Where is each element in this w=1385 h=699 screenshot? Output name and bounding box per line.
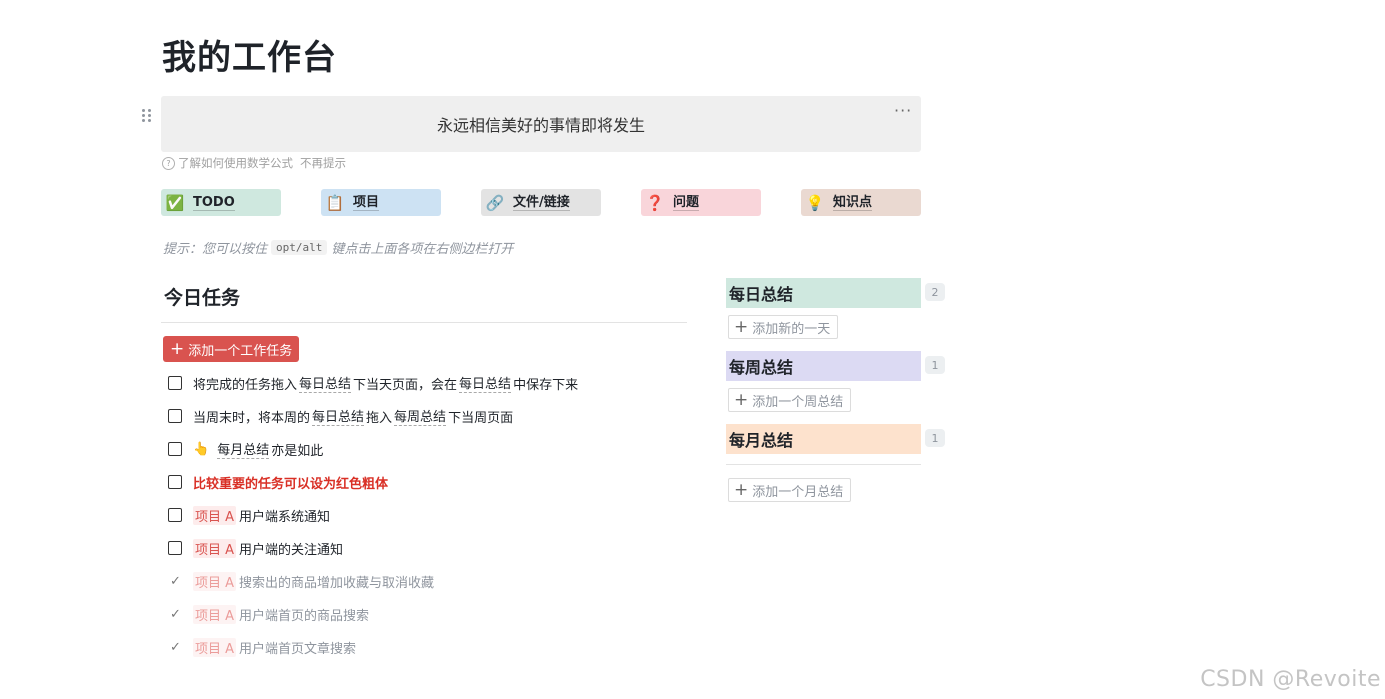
add-daily-summary-label: 添加新的一天 [752, 321, 831, 337]
task-text: 亦是如此 [271, 443, 324, 459]
daily-count-badge: 2 [925, 283, 945, 301]
weekly-count-badge: 1 [925, 356, 945, 374]
task-checkbox[interactable] [168, 508, 182, 522]
page-mention[interactable]: 每月总结 [217, 439, 270, 459]
lightbulb-icon: 💡 [805, 193, 825, 212]
add-weekly-summary-label: 添加一个周总结 [752, 394, 844, 410]
checkmark-icon[interactable]: ✓ [168, 640, 183, 655]
task-text: 比较重要的任务可以设为红色粗体 [193, 476, 389, 492]
divider [161, 322, 687, 323]
add-task-button[interactable]: + 添加一个工作任务 [163, 336, 300, 362]
checkmark-icon[interactable]: ✓ [168, 574, 183, 589]
tip-suffix: 键点击上面各项在右侧边栏打开 [331, 242, 514, 257]
plus-icon: + [734, 390, 749, 410]
task-item: 👆 每月总结 亦是如此 [168, 439, 323, 459]
check-box-icon: ✅ [165, 193, 185, 212]
weekly-summary-group[interactable]: 每周总结 [726, 351, 921, 381]
task-item-done: ✓ 项目 A 用户端首页的商品搜索 [168, 604, 369, 624]
nav-tile-label: 文件/链接 [513, 194, 570, 211]
quote-block: 永远相信美好的事情即将发生 [161, 96, 921, 152]
nav-tile-label: 项目 [353, 194, 380, 211]
nav-tile-label: 问题 [673, 194, 700, 211]
nav-tile-label: 知识点 [833, 194, 873, 211]
question-icon: ❓ [645, 193, 665, 212]
clipboard-icon: 📋 [325, 193, 345, 212]
task-text: 下当周页面 [448, 410, 514, 426]
task-item: 比较重要的任务可以设为红色粗体 [168, 472, 388, 492]
task-text: 搜索出的商品增加收藏与取消收藏 [239, 575, 435, 591]
task-item: 当周末时，将本周的 每日总结 拖入 每周总结 下当周页面 [168, 406, 513, 426]
drag-handle-icon[interactable] [140, 107, 154, 123]
page-mention[interactable]: 每日总结 [299, 373, 352, 393]
task-item: 项目 A 用户端的关注通知 [168, 538, 343, 558]
add-monthly-summary-label: 添加一个月总结 [752, 484, 844, 500]
tip-key: opt/alt [271, 240, 328, 255]
pointing-hand-icon: 👆 [193, 441, 210, 457]
nav-tile-knowledge[interactable]: 💡 知识点 [801, 189, 921, 216]
nav-tile-files-links[interactable]: 🔗 文件/链接 [481, 189, 601, 216]
watermark: CSDN @Revoite [1200, 667, 1381, 692]
monthly-summary-group[interactable]: 每月总结 [726, 424, 921, 454]
add-task-label: 添加一个工作任务 [188, 343, 293, 359]
formula-hint-link[interactable]: 了解如何使用数学公式 [178, 155, 293, 171]
nav-tile-label: TODO [193, 194, 235, 211]
plus-icon: + [170, 339, 185, 359]
task-checkbox[interactable] [168, 442, 182, 456]
task-item: 项目 A 用户端系统通知 [168, 505, 330, 525]
task-item-done: ✓ 项目 A 用户端首页文章搜索 [168, 637, 356, 657]
task-text: 用户端的关注通知 [239, 542, 344, 558]
add-monthly-summary-button[interactable]: + 添加一个月总结 [728, 478, 852, 502]
task-item-done: ✓ 项目 A 搜索出的商品增加收藏与取消收藏 [168, 571, 434, 591]
task-checkbox[interactable] [168, 541, 182, 555]
task-text: 中保存下来 [513, 377, 579, 393]
task-checkbox[interactable] [168, 409, 182, 423]
task-text: 将完成的任务拖入 [193, 377, 298, 393]
add-weekly-summary-button[interactable]: + 添加一个周总结 [728, 388, 852, 412]
plus-icon: + [734, 480, 749, 500]
task-text: 当周末时，将本周的 [193, 410, 311, 426]
quote-text: 永远相信美好的事情即将发生 [436, 116, 645, 135]
checkmark-icon[interactable]: ✓ [168, 607, 183, 622]
page-mention[interactable]: 每周总结 [394, 406, 447, 426]
page-mention[interactable]: 每日总结 [459, 373, 512, 393]
task-item: 将完成的任务拖入 每日总结 下当天页面，会在 每日总结 中保存下来 [168, 373, 578, 393]
task-text: 用户端首页的商品搜索 [239, 608, 370, 624]
shortcut-tip: 提示：您可以按住 opt/alt 键点击上面各项在右侧边栏打开 [163, 238, 513, 257]
add-daily-summary-button[interactable]: + 添加新的一天 [728, 315, 839, 339]
tip-prefix: 提示：您可以按住 [163, 242, 268, 257]
today-tasks-heading: 今日任务 [164, 287, 241, 309]
task-text: 拖入 [366, 410, 393, 426]
nav-tile-todo[interactable]: ✅ TODO [161, 189, 281, 216]
formula-hint: ? 了解如何使用数学公式 不再提示 [162, 155, 346, 171]
task-checkbox[interactable] [168, 475, 182, 489]
nav-tile-issues[interactable]: ❓ 问题 [641, 189, 761, 216]
link-icon: 🔗 [485, 193, 505, 212]
project-tag[interactable]: 项目 A [193, 571, 237, 591]
more-options-icon[interactable]: ··· [894, 101, 914, 120]
project-tag[interactable]: 项目 A [193, 637, 237, 657]
project-tag[interactable]: 项目 A [193, 505, 237, 525]
help-icon: ? [162, 156, 175, 170]
task-text: 用户端首页文章搜索 [239, 641, 357, 657]
task-checkbox[interactable] [168, 376, 182, 390]
nav-tile-projects[interactable]: 📋 项目 [321, 189, 441, 216]
dismiss-hint-link[interactable]: 不再提示 [300, 155, 346, 171]
plus-icon: + [734, 317, 749, 337]
daily-summary-group[interactable]: 每日总结 [726, 278, 921, 308]
project-tag[interactable]: 项目 A [193, 538, 237, 558]
project-tag[interactable]: 项目 A [193, 604, 237, 624]
page-title: 我的工作台 [162, 38, 337, 78]
task-text: 下当天页面，会在 [353, 377, 458, 393]
task-text: 用户端系统通知 [239, 509, 331, 525]
divider [726, 464, 921, 465]
monthly-count-badge: 1 [925, 429, 945, 447]
page-mention[interactable]: 每日总结 [312, 406, 365, 426]
